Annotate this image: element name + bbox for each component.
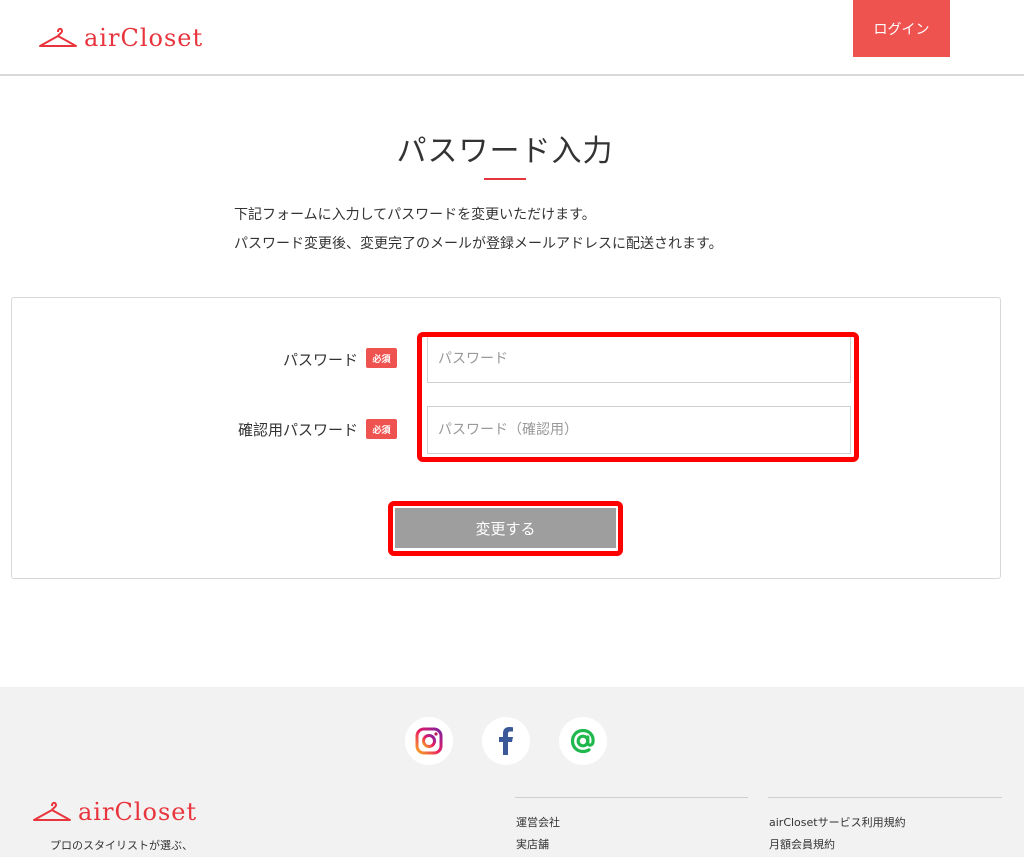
footer-link-terms[interactable]: airClosetサービス利用規約 [769, 814, 906, 830]
footer-link-store[interactable]: 実店舗 [516, 836, 549, 852]
footer-divider [515, 797, 748, 798]
hanger-icon [39, 27, 77, 47]
footer-divider [768, 797, 1002, 798]
footer-brand-name: airCloset [78, 798, 198, 826]
confirm-password-label: 確認用パスワード [237, 421, 358, 439]
instagram-glyph [415, 727, 443, 755]
confirm-password-input[interactable] [427, 406, 851, 454]
brand-logo[interactable]: airCloset [38, 24, 203, 52]
password-label: パスワード [282, 351, 358, 369]
footer-brand-logo[interactable]: airCloset [32, 798, 197, 826]
instagram-icon[interactable] [405, 717, 453, 765]
description-line-2: パスワード変更後、変更完了のメールが登録メールアドレスに配送されます。 [234, 236, 723, 252]
brand-name: airCloset [84, 24, 204, 52]
site-footer: airCloset プロのスタイリストが選ぶ、 運営会社 実店舗 airClos… [0, 687, 1024, 857]
submit-change-button[interactable]: 変更する [395, 508, 616, 548]
footer-link-membership-terms[interactable]: 月額会員規約 [769, 836, 835, 852]
footer-link-company[interactable]: 運営会社 [516, 814, 560, 830]
page-title: パスワード入力 [396, 134, 614, 169]
required-badge: 必須 [366, 348, 397, 368]
facebook-glyph [499, 727, 513, 755]
footer-tagline: プロのスタイリストが選ぶ、 [50, 839, 193, 852]
required-badge: 必須 [366, 419, 397, 439]
site-header: airCloset ログイン [0, 0, 1024, 76]
at-glyph [570, 728, 595, 754]
line-at-icon[interactable] [559, 717, 607, 765]
password-input[interactable] [427, 335, 851, 383]
title-underline [484, 178, 526, 180]
login-button[interactable]: ログイン [853, 0, 950, 57]
facebook-icon[interactable] [482, 717, 530, 765]
hanger-icon [33, 801, 71, 821]
description-line-1: 下記フォームに入力してパスワードを変更いただけます。 [234, 207, 596, 223]
